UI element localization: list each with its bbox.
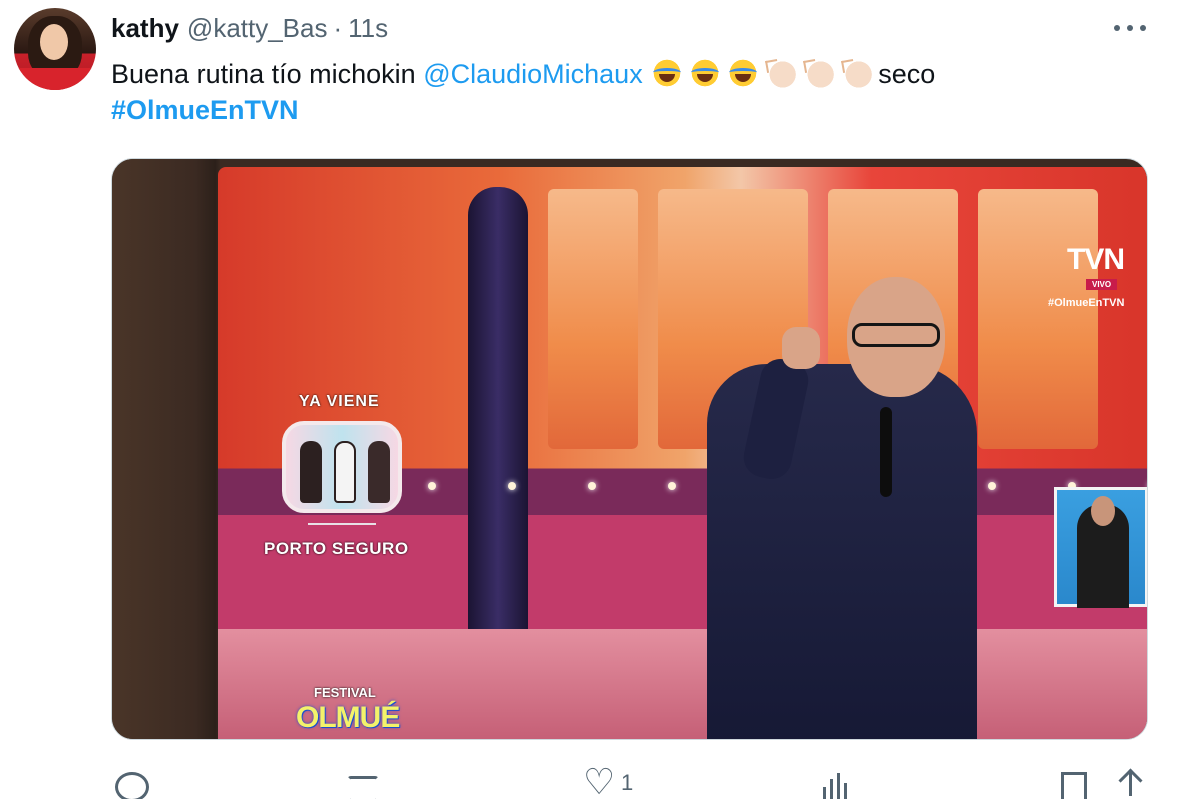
tweet-header: kathy @katty_Bas · 11s xyxy=(111,12,388,44)
tvn-logo: TVN xyxy=(1067,243,1125,276)
sign-interpreter-face xyxy=(1091,496,1115,526)
user-handle[interactable]: @katty_Bas xyxy=(187,13,328,44)
retweet-button[interactable] xyxy=(343,766,379,799)
reply-icon xyxy=(111,766,149,799)
display-name[interactable]: kathy xyxy=(111,13,179,44)
views-bar xyxy=(823,787,826,799)
tweet-text-after: seco xyxy=(878,59,936,89)
views-bar xyxy=(844,783,847,799)
tweet-actions: 1 xyxy=(111,762,1151,799)
views-bar xyxy=(830,779,833,799)
tvn-hashtag: #OlmueEnTVN xyxy=(1048,297,1125,309)
tweet: kathy @katty_Bas · 11s Buena rutina tío … xyxy=(0,0,1200,799)
header-separator: · xyxy=(333,12,343,43)
stage-light xyxy=(988,482,996,490)
bookmark-icon xyxy=(1053,766,1089,799)
microphone xyxy=(880,407,892,497)
stage-letter xyxy=(548,189,638,449)
comedian-glasses xyxy=(852,323,940,347)
avatar-shirt xyxy=(14,68,96,90)
laughing-face-icon xyxy=(688,58,723,88)
sign-language-box xyxy=(1054,487,1147,608)
avatar[interactable] xyxy=(14,8,96,90)
ya-viene-label: YA VIENE xyxy=(299,393,380,410)
hashtag-link[interactable]: #OlmueEnTVN xyxy=(111,95,299,125)
views-button[interactable] xyxy=(817,766,853,799)
bookmark-button[interactable] xyxy=(1053,766,1089,799)
reply-button[interactable] xyxy=(111,766,149,799)
promo-figure xyxy=(368,441,390,503)
porto-seguro-label: PORTO SEGURO xyxy=(264,539,409,558)
promo-thumbnail xyxy=(282,421,402,513)
mention-link[interactable]: @ClaudioMichaux xyxy=(423,59,643,89)
stage-light xyxy=(588,482,596,490)
more-dot xyxy=(1127,25,1133,31)
laughing-face-icon xyxy=(726,58,761,88)
share-icon xyxy=(1113,766,1149,799)
views-icon xyxy=(817,766,853,799)
comedian-hand xyxy=(782,327,820,369)
festival-logo: FESTIVAL OLMUÉ xyxy=(292,685,400,739)
tweet-text-before: Buena rutina tío michokin xyxy=(111,59,424,89)
festival-logo-line2: OLMUÉ xyxy=(296,701,400,734)
stage-letter xyxy=(978,189,1098,449)
clapping-hands-icon xyxy=(802,58,837,88)
tweet-text: Buena rutina tío michokin @ClaudioMichau… xyxy=(111,56,1161,128)
more-dot xyxy=(1114,25,1120,31)
stage-light xyxy=(668,482,676,490)
share-button[interactable] xyxy=(1113,766,1149,799)
avatar-face xyxy=(40,24,68,60)
more-icon[interactable] xyxy=(1114,18,1146,38)
tweet-timestamp[interactable]: 11s xyxy=(348,13,388,44)
like-button[interactable]: 1 xyxy=(581,762,634,799)
promo-figure xyxy=(334,441,356,503)
retweet-icon xyxy=(343,766,379,799)
clapping-hands-icon xyxy=(764,58,799,88)
like-count: 1 xyxy=(621,769,634,795)
clapping-hands-icon xyxy=(840,58,875,88)
tweet-media[interactable]: YA VIENE PORTO SEGURO TVN VIVO #OlmueEnT… xyxy=(111,158,1148,740)
views-bar xyxy=(837,773,840,799)
more-dot xyxy=(1140,25,1146,31)
tvn-live-badge: VIVO xyxy=(1086,279,1118,290)
like-icon xyxy=(581,762,617,799)
stage-light xyxy=(508,482,516,490)
festival-logo-line1: FESTIVAL xyxy=(314,685,376,700)
stage-light xyxy=(428,482,436,490)
comedian-body xyxy=(707,364,977,739)
laughing-face-icon xyxy=(650,58,685,88)
promo-figure xyxy=(300,441,322,503)
promo-divider xyxy=(308,523,376,525)
